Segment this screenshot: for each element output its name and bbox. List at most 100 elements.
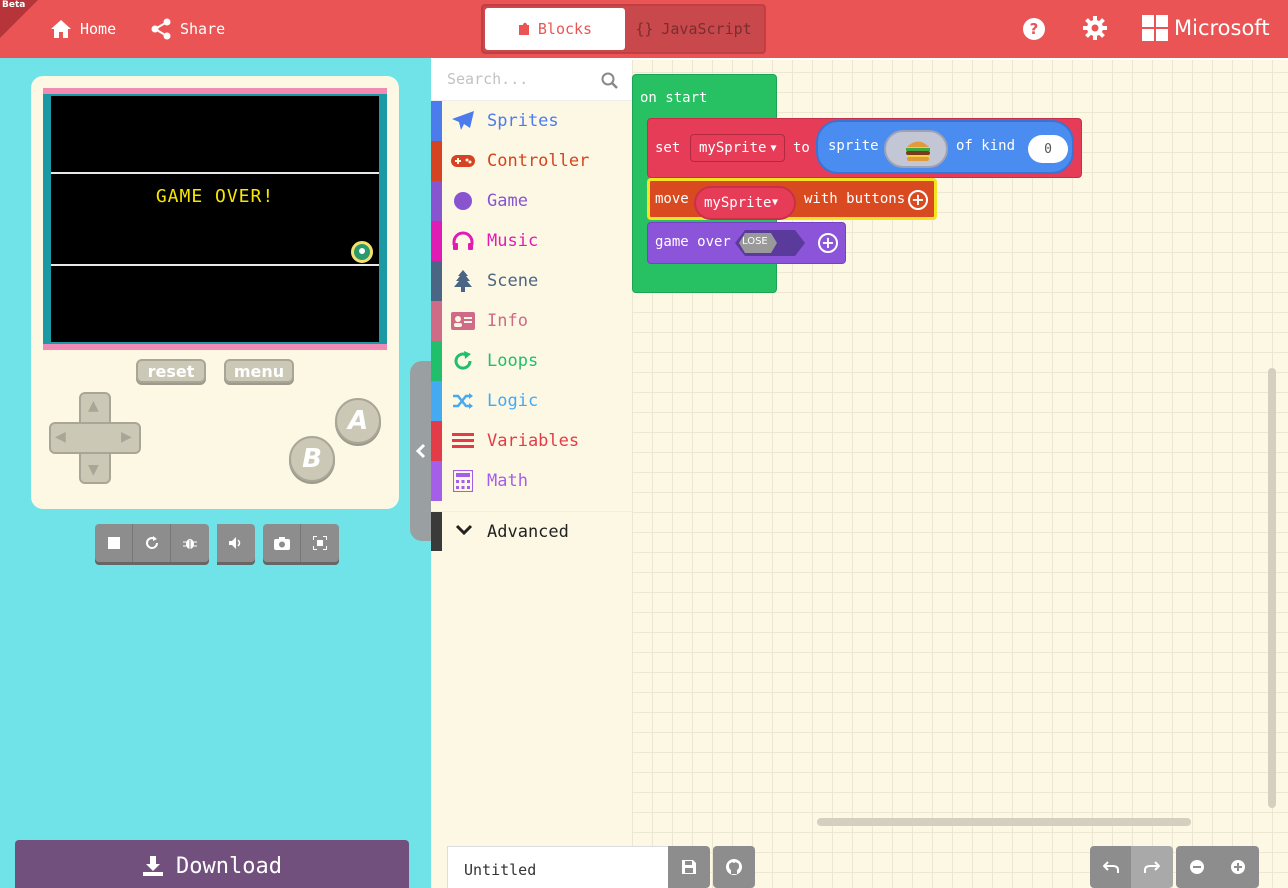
search-icon[interactable] [601, 72, 619, 90]
category-advanced[interactable]: Advanced [431, 511, 632, 552]
puzzle-icon [518, 22, 529, 35]
home-icon [51, 20, 71, 38]
reset-button[interactable]: reset [136, 359, 206, 383]
category-controller[interactable]: Controller [431, 141, 632, 181]
category-label: Loops [487, 351, 539, 371]
variable-dropdown[interactable]: mySprite ▼ [690, 134, 786, 162]
tab-javascript-label: JavaScript [661, 20, 752, 38]
dpad-up-icon[interactable]: ▲ [88, 398, 99, 414]
category-sprites[interactable]: Sprites [431, 101, 632, 141]
github-button[interactable] [713, 846, 755, 888]
a-button[interactable]: A [335, 398, 381, 444]
redo-button[interactable] [1131, 846, 1173, 888]
redo-icon [1144, 861, 1160, 873]
simulator-panel: GAME OVER! reset menu ▲ ▼ ◀ ▶ A B Downlo… [0, 58, 432, 888]
debug-icon [183, 539, 197, 549]
tab-blocks[interactable]: Blocks [485, 8, 625, 50]
category-label: Logic [487, 391, 539, 411]
tab-blocks-label: Blocks [537, 20, 593, 38]
game-over-message: GAME OVER! [155, 186, 275, 207]
dpad-left-icon[interactable]: ◀ [55, 429, 66, 445]
category-label: Variables [487, 431, 580, 451]
toolbox: Sprites Controller Game Music Scene Info [431, 60, 632, 888]
braces-icon: {} [635, 20, 654, 38]
save-button[interactable] [668, 846, 710, 888]
dpad-right-icon[interactable]: ▶ [121, 429, 132, 445]
paper-plane-icon [451, 109, 475, 133]
category-music[interactable]: Music [431, 221, 632, 261]
tab-javascript[interactable]: {} JavaScript [625, 8, 762, 50]
with-buttons-keyword: with buttons [804, 191, 906, 207]
category-math[interactable]: Math [431, 461, 632, 501]
category-label: Scene [487, 271, 539, 291]
shuffle-icon [451, 389, 475, 413]
category-label: Advanced [487, 522, 569, 542]
debug-button[interactable] [171, 524, 209, 562]
list-icon [451, 429, 475, 453]
help-icon[interactable]: ? [1022, 17, 1046, 45]
share-label: Share [180, 20, 226, 38]
set-keyword: set [655, 140, 681, 156]
sprite-image-field[interactable] [884, 130, 948, 168]
b-button[interactable]: B [289, 436, 335, 482]
expand-plus-icon[interactable]: + [818, 233, 838, 253]
restart-button[interactable] [133, 524, 171, 562]
search-input[interactable] [447, 70, 597, 88]
category-info[interactable]: Info [431, 301, 632, 341]
headphones-icon [451, 229, 475, 253]
game-screen[interactable]: GAME OVER! [51, 96, 379, 342]
fullscreen-button[interactable] [301, 524, 339, 562]
brand-label: Microsoft [1174, 16, 1270, 40]
plus-circle-icon [1231, 860, 1245, 874]
expand-plus-icon[interactable]: + [908, 190, 928, 210]
kind-number-field[interactable]: 0 [1028, 135, 1068, 163]
lose-effect-field[interactable]: LOSE [735, 230, 805, 256]
of-kind-keyword: of kind [956, 138, 1016, 154]
collapse-simulator-button[interactable] [410, 361, 432, 541]
category-variables[interactable]: Variables [431, 421, 632, 461]
category-label: Sprites [487, 111, 559, 131]
on-start-label: on start [640, 90, 708, 106]
stop-icon [107, 537, 120, 549]
chevron-down-icon [455, 524, 473, 536]
project-name-input[interactable] [447, 846, 669, 888]
menu-button[interactable]: menu [224, 359, 294, 383]
variable-reporter[interactable]: mySprite ▼ [694, 186, 796, 220]
to-keyword: to [793, 140, 810, 156]
search-box [431, 60, 632, 101]
variable-name: mySprite [704, 195, 772, 211]
screenshot-button[interactable] [263, 524, 301, 562]
minus-circle-icon [1189, 860, 1204, 874]
zoom-in-button[interactable] [1217, 846, 1259, 888]
category-label: Music [487, 231, 539, 251]
share-button[interactable]: Share [150, 14, 225, 44]
lose-label: LOSE [742, 236, 768, 247]
workspace-horizontal-scrollbar[interactable] [817, 818, 1191, 826]
dpad[interactable]: ▲ ▼ ◀ ▶ [49, 392, 141, 484]
category-loops[interactable]: Loops [431, 341, 632, 381]
undo-icon [1102, 861, 1119, 873]
undo-button[interactable] [1090, 846, 1132, 888]
category-scene[interactable]: Scene [431, 261, 632, 301]
stop-button[interactable] [95, 524, 133, 562]
download-label: Download [176, 853, 282, 879]
save-icon [682, 860, 696, 874]
workspace-vertical-scrollbar[interactable] [1268, 368, 1276, 808]
zoom-out-button[interactable] [1176, 846, 1218, 888]
blocks-workspace[interactable]: on start set to mySprite ▼ sprite of kin… [632, 60, 1288, 888]
microsoft-logo[interactable]: Microsoft [1142, 15, 1270, 41]
circle-icon [451, 189, 475, 213]
home-button[interactable]: Home [50, 14, 116, 44]
gear-icon[interactable] [1083, 16, 1107, 44]
screenshot-icon [273, 537, 290, 550]
volume-icon [229, 537, 241, 549]
dpad-down-icon[interactable]: ▼ [88, 462, 99, 478]
mute-button[interactable] [217, 524, 255, 562]
caret-down-icon: ▼ [772, 197, 779, 208]
category-logic[interactable]: Logic [431, 381, 632, 421]
category-list: Sprites Controller Game Music Scene Info [431, 101, 632, 501]
github-icon [726, 859, 742, 875]
download-button[interactable]: Download [15, 840, 409, 888]
category-game[interactable]: Game [431, 181, 632, 221]
burger-image-icon [906, 141, 930, 161]
